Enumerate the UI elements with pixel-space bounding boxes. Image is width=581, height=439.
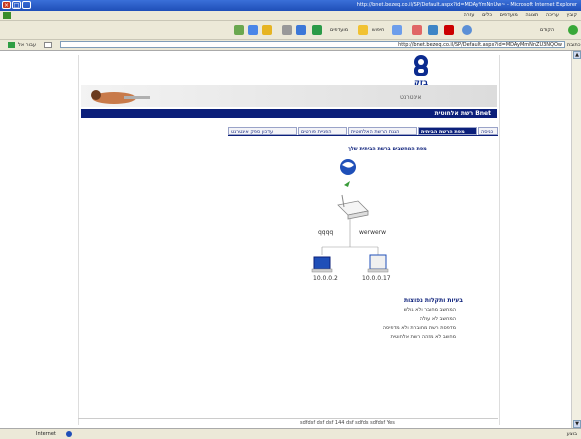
go-button[interactable]: עבור אל [18, 42, 36, 48]
tab-port-forwarding[interactable]: הפניית פורטים [298, 127, 347, 135]
issue-link[interactable]: מחשב לא מזהה רשת אלחוטית [391, 334, 456, 340]
forward-icon[interactable] [462, 25, 472, 35]
tab-row: כניסה מפת הרשת הביתית הגנת הרשת האלחוטית… [228, 127, 498, 135]
footer-divider [78, 418, 498, 419]
issue-link[interactable]: מדפסת רשת מחוברת ולא מדפיסה [383, 325, 456, 331]
window-title-bar: × □ _ http://bnet.bezeq.co.il/SP/Default… [0, 0, 581, 11]
network-map-title: מפת המחשבים ברשת הביתית שלך [348, 146, 427, 152]
computer-2-icon [367, 254, 389, 273]
address-label: כתובת [567, 42, 581, 48]
status-bar: Internet בוצע [0, 428, 581, 439]
menu-file[interactable]: קובץ [567, 12, 578, 18]
search-label[interactable]: חיפוש [372, 27, 384, 33]
tab-underline [228, 135, 498, 136]
toolbar: מועדפים חיפוש הקודם [0, 21, 581, 40]
home-icon[interactable] [234, 25, 244, 35]
computer-1-icon [311, 256, 333, 273]
client-1-ip: 10.0.0.2 [313, 275, 338, 282]
tab-login[interactable]: כניסה [478, 127, 498, 135]
menu-help[interactable]: עזרה [464, 12, 475, 18]
client-2-ip: 10.0.0.17 [362, 275, 391, 282]
dropdown-icon[interactable] [44, 42, 52, 48]
section-title-bar: רשת אלחוטית Bnet [81, 109, 497, 118]
home-page-icon[interactable] [412, 25, 422, 35]
router-left-label: qqqq [318, 229, 334, 236]
stop-icon[interactable] [444, 25, 454, 35]
menu-view[interactable]: תצוגה [525, 12, 538, 18]
tab-isp-update[interactable]: עדכון ספק אינטרנט [228, 127, 297, 135]
maximize-button[interactable]: □ [12, 1, 21, 9]
address-input[interactable]: http://bnet.bezeq.co.il/SP/Default.aspx?… [60, 41, 565, 48]
issue-link[interactable]: המחשב מחובר ולא גולש [404, 307, 456, 313]
hero-person-image [91, 90, 150, 104]
search-icon[interactable] [392, 25, 402, 35]
menu-tools[interactable]: כלים [482, 12, 492, 18]
back-label[interactable]: הקודם [540, 27, 554, 33]
go-arrow-icon[interactable] [8, 42, 15, 48]
vertical-scrollbar[interactable]: ▲ ▼ [571, 51, 581, 428]
tab-home-network-map[interactable]: מפת הרשת הביתית [418, 127, 477, 135]
menu-edit[interactable]: עריכה [546, 12, 559, 18]
status-done: בוצע [566, 431, 577, 437]
header-subtitle: אינטרנט [400, 94, 422, 101]
scroll-up-button[interactable]: ▲ [573, 51, 581, 59]
minimize-button[interactable]: _ [22, 1, 31, 9]
window-title: http://bnet.bezeq.co.il/SP/Default.aspx?… [356, 2, 577, 8]
wireless-signal-icon [344, 181, 350, 187]
favorites-label[interactable]: מועדפים [330, 27, 348, 33]
history-icon[interactable] [312, 25, 322, 35]
star-icon[interactable] [358, 25, 368, 35]
address-bar: עבור אל http://bnet.bezeq.co.il/SP/Defau… [0, 40, 581, 51]
internet-globe-icon [340, 159, 356, 175]
print-icon[interactable] [282, 25, 292, 35]
menu-favorites[interactable]: מועדפים [500, 12, 518, 18]
router-right-label: werwerw [359, 229, 387, 236]
refresh-icon[interactable] [428, 25, 438, 35]
tab-wireless-security[interactable]: הגנת הרשת האלחוטית [348, 127, 417, 135]
scroll-down-button[interactable]: ▼ [573, 420, 581, 428]
router-icon [337, 194, 369, 220]
status-zone: Internet [36, 431, 56, 437]
section-title: רשת אלחוטית Bnet [434, 110, 491, 117]
internet-zone-icon [66, 431, 72, 437]
back-icon[interactable] [568, 25, 578, 35]
edit-icon[interactable] [296, 25, 306, 35]
windows-flag-icon [3, 12, 11, 19]
folder-icon[interactable] [262, 25, 272, 35]
menu-bar: קובץ עריכה תצוגה מועדפים כלים עזרה [0, 11, 581, 21]
network-map [311, 159, 389, 273]
common-issues-title: בעיות ותקלות נפוצות [404, 297, 463, 304]
issue-link[interactable]: המחשב לא עולה [420, 316, 456, 322]
mail-icon[interactable] [248, 25, 258, 35]
footer-text: sdfdsf dsf dsf 144 dsf sdfds sdfdsf Yes [300, 420, 395, 426]
close-button[interactable]: × [2, 1, 11, 9]
